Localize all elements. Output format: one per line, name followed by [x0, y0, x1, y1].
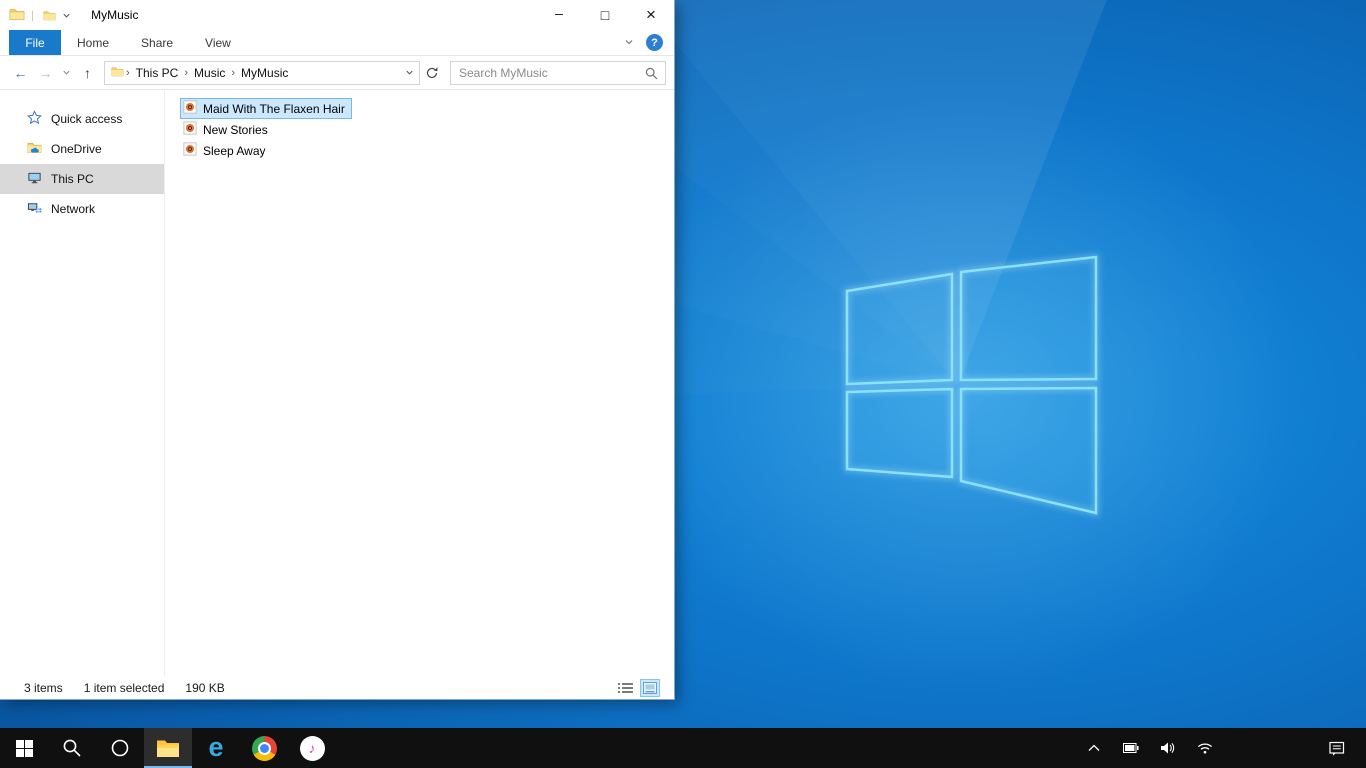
tab-share[interactable]: Share — [125, 30, 189, 55]
chrome-icon — [251, 735, 277, 761]
status-item-count: 3 items — [24, 680, 63, 695]
file-explorer-icon — [157, 740, 179, 757]
network-wifi-icon[interactable] — [1194, 728, 1216, 768]
qat-separator: | — [31, 8, 35, 22]
sidebar-item-onedrive[interactable]: OneDrive — [0, 134, 164, 164]
file-list[interactable]: Maid With The Flaxen Hair New Stories Sl… — [165, 90, 674, 676]
sidebar-item-network[interactable]: Network — [0, 194, 164, 224]
window-title: MyMusic — [91, 8, 139, 22]
media-file-icon — [183, 142, 197, 159]
show-hidden-icons-chevron[interactable] — [1083, 728, 1105, 768]
media-file-icon — [183, 100, 197, 117]
title-bar[interactable]: | MyMusic – □ × — [0, 0, 674, 30]
action-center-icon — [1329, 741, 1345, 756]
cortana-button[interactable] — [96, 728, 144, 768]
taskbar-itunes-button[interactable]: ♪ — [288, 728, 336, 768]
file-row[interactable]: Maid With The Flaxen Hair — [180, 98, 352, 119]
onedrive-icon — [27, 140, 42, 158]
file-row[interactable]: Sleep Away — [180, 140, 273, 161]
window-folder-icon — [9, 6, 25, 25]
file-row[interactable]: New Stories — [180, 119, 275, 140]
system-tray — [1083, 728, 1216, 768]
cortana-icon — [111, 739, 129, 757]
tab-file[interactable]: File — [9, 30, 61, 55]
maximize-button[interactable]: □ — [582, 0, 628, 30]
status-selection: 1 item selected — [83, 680, 165, 695]
itunes-icon: ♪ — [299, 735, 325, 761]
search-icon[interactable] — [645, 67, 658, 83]
breadcrumb-this-pc[interactable]: This PC — [130, 66, 185, 80]
search-box — [450, 60, 666, 85]
status-bar: 3 items 1 item selected 190 KB — [0, 676, 674, 699]
taskbar-edge-button[interactable]: e — [192, 728, 240, 768]
start-button[interactable] — [0, 728, 48, 768]
address-dropdown-icon[interactable] — [400, 68, 419, 77]
breadcrumb-mymusic[interactable]: MyMusic — [235, 66, 294, 80]
tab-home[interactable]: Home — [61, 30, 125, 55]
expand-ribbon-icon[interactable] — [624, 36, 634, 50]
taskbar: e ♪ — [0, 728, 1366, 768]
taskbar-file-explorer-button[interactable] — [144, 728, 192, 768]
back-button[interactable]: ← — [8, 60, 33, 86]
address-folder-icon — [111, 65, 124, 81]
file-explorer-window: | MyMusic – □ × File Home Share View ? ←… — [0, 0, 675, 700]
network-icon — [27, 200, 42, 218]
battery-icon[interactable] — [1120, 728, 1142, 768]
qat-dropdown-icon[interactable] — [59, 0, 74, 30]
search-input[interactable] — [451, 61, 665, 84]
media-file-icon — [183, 121, 197, 138]
qat-item-icon[interactable] — [40, 0, 59, 30]
search-icon — [63, 739, 81, 757]
status-size: 190 KB — [185, 680, 225, 695]
close-button[interactable]: × — [628, 0, 674, 30]
up-button[interactable]: ↑ — [75, 60, 100, 86]
forward-button[interactable]: → — [33, 60, 58, 86]
taskbar-search-button[interactable] — [48, 728, 96, 768]
breadcrumb-music[interactable]: Music — [188, 66, 231, 80]
edge-icon: e — [208, 731, 224, 762]
refresh-button[interactable] — [420, 61, 444, 85]
address-bar-row: ← → ↑ › This PC › Music › MyMusic — [0, 56, 674, 90]
sidebar-item-this-pc[interactable]: This PC — [0, 164, 164, 194]
taskbar-chrome-button[interactable] — [240, 728, 288, 768]
quick-access-star-icon — [27, 110, 42, 128]
details-view-toggle[interactable] — [615, 679, 635, 697]
windows-start-icon — [15, 739, 33, 757]
minimize-button[interactable]: – — [536, 0, 582, 30]
tab-view[interactable]: View — [189, 30, 247, 55]
address-bar[interactable]: › This PC › Music › MyMusic — [104, 60, 420, 85]
this-pc-icon — [27, 170, 42, 188]
action-center-button[interactable] — [1318, 728, 1356, 768]
large-icons-view-toggle[interactable] — [640, 678, 660, 697]
recent-locations-icon[interactable] — [58, 60, 75, 86]
sidebar-item-quick-access[interactable]: Quick access — [0, 104, 164, 134]
navigation-pane: Quick access OneDrive This PC Network — [0, 90, 165, 676]
ribbon-tab-row: File Home Share View ? — [0, 30, 674, 56]
help-button[interactable]: ? — [646, 34, 663, 51]
volume-icon[interactable] — [1157, 728, 1179, 768]
